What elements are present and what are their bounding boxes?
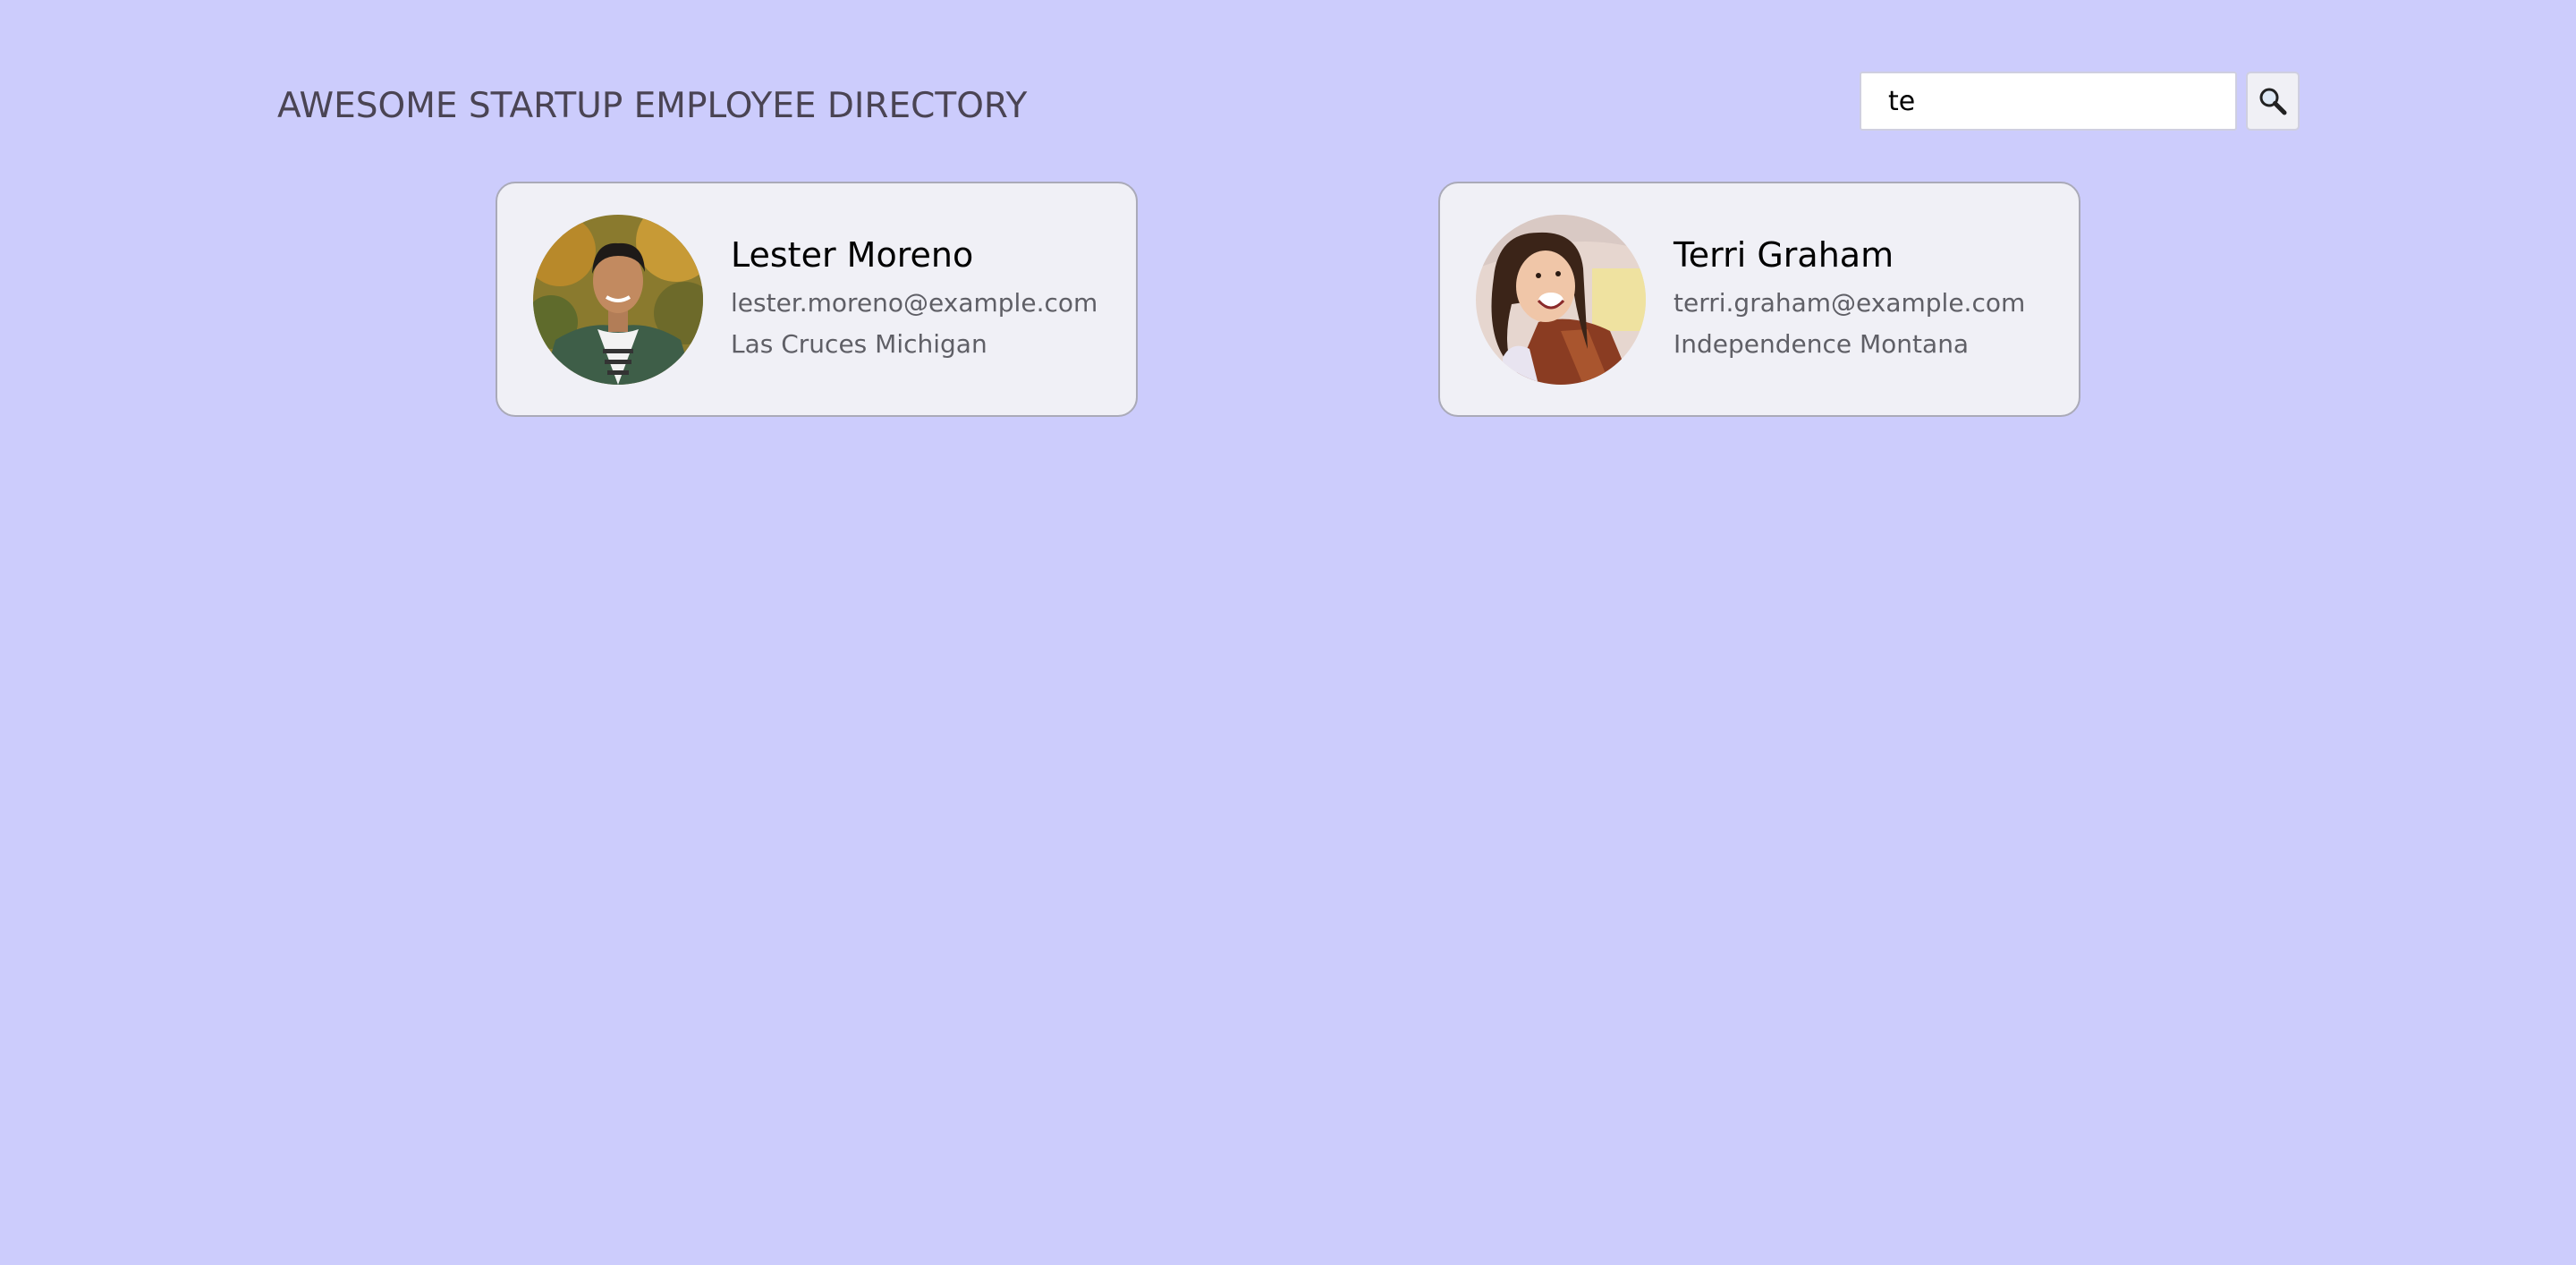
employee-info: Terri Graham terri.graham@example.com In…: [1674, 234, 2025, 365]
employee-card[interactable]: Lester Moreno lester.moreno@example.com …: [496, 182, 1138, 417]
employee-name: Terri Graham: [1674, 234, 1894, 275]
search-button[interactable]: [2246, 72, 2300, 131]
employee-email: lester.moreno@example.com: [731, 287, 1098, 318]
employee-location: Las Cruces Michigan: [731, 328, 987, 359]
employee-name: Lester Moreno: [731, 234, 974, 275]
employee-email: terri.graham@example.com: [1674, 287, 2026, 318]
page-title: AWESOME STARTUP EMPLOYEE DIRECTORY: [277, 86, 1028, 126]
employee-avatar: [533, 214, 703, 385]
employee-card[interactable]: Terri Graham terri.graham@example.com In…: [1438, 182, 2080, 417]
search-form: [1860, 72, 2300, 131]
employee-avatar: [1476, 214, 1646, 385]
search-icon: [2259, 88, 2287, 115]
employee-location: Independence Montana: [1674, 328, 1970, 359]
employee-info: Lester Moreno lester.moreno@example.com …: [731, 234, 1097, 365]
search-input[interactable]: [1860, 72, 2237, 131]
